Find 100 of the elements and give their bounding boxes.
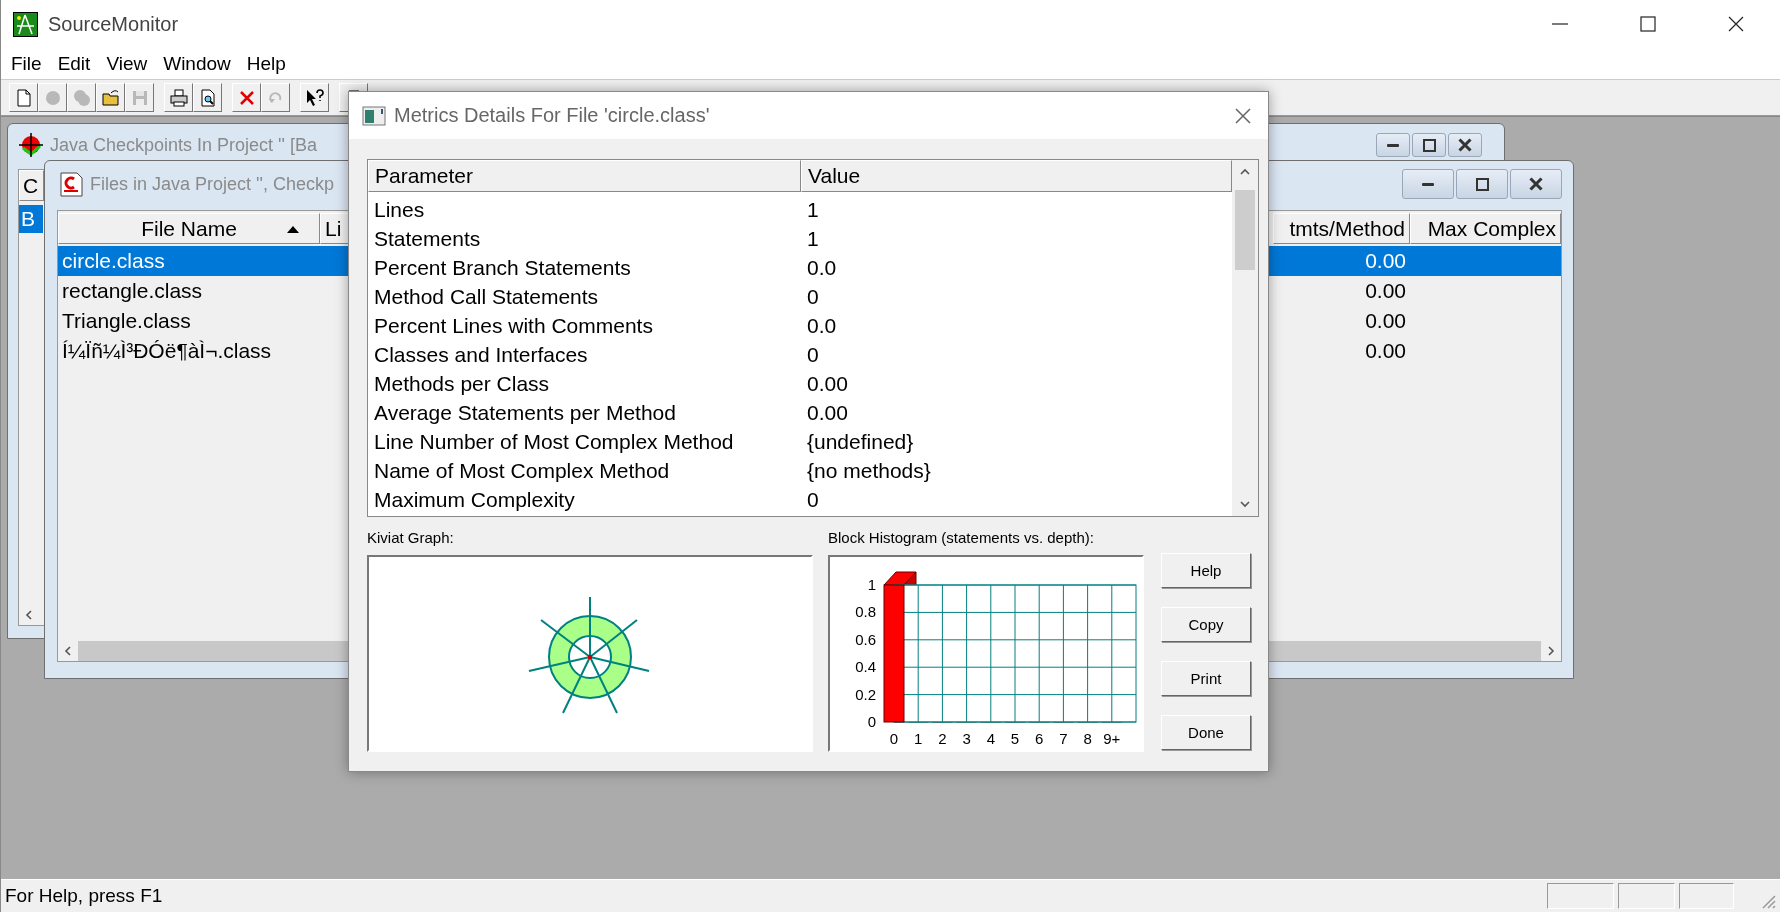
column-header[interactable]: Max Complex (1410, 213, 1561, 244)
minimize-icon (1422, 182, 1434, 186)
minimize-icon (1552, 23, 1568, 25)
parameter-cell-text: Lines (373, 196, 426, 223)
parameter-cell-text: Average Statements per Method (373, 399, 677, 426)
folder-icon (100, 87, 121, 108)
toolbar-button[interactable] (164, 83, 193, 112)
dialog-button[interactable]: Copy (1161, 607, 1251, 642)
value-cell-text: 0.0 (806, 254, 838, 281)
value-cell-text: 0 (806, 341, 820, 368)
dialog-button[interactable]: Done (1161, 715, 1251, 750)
value-cell-text: {undefined} (806, 428, 915, 455)
scroll-down-icon[interactable] (1240, 500, 1250, 508)
column-header[interactable]: tmts/Method (1273, 213, 1410, 244)
close-icon (1529, 177, 1543, 191)
scroll-up-icon[interactable] (1240, 168, 1250, 176)
dialog-button[interactable]: Print (1161, 661, 1251, 696)
maximize-icon (1422, 138, 1436, 152)
column-header[interactable]: Parameter (368, 160, 801, 192)
parameter-cell-text: Percent Lines with Comments (373, 312, 654, 339)
axis-label: 8 (1083, 730, 1092, 747)
parameter-cell-text: Method Call Statements (373, 283, 600, 310)
close-icon (1728, 16, 1744, 32)
value-cell-text: {no methods} (806, 457, 932, 484)
parameter-cell-text: Name of Most Complex Method (373, 457, 671, 484)
value-cell-text: 0.0 (806, 312, 838, 339)
axis-label: 0.6 (855, 630, 876, 648)
circles-icon (71, 87, 92, 108)
axis-label: 1 (867, 576, 876, 593)
menu-item[interactable]: Window (155, 50, 239, 77)
menu-item[interactable]: Edit (49, 50, 99, 77)
app-icon (13, 11, 38, 37)
toolbar-button[interactable] (96, 83, 125, 112)
minimize-button[interactable] (1376, 133, 1410, 157)
column-header[interactable]: File Name (58, 213, 320, 244)
axis-label: 9+ (1103, 730, 1121, 747)
window-title: Java Checkpoints In Project '' [Ba (50, 134, 317, 156)
parameter-cell-text: Percent Branch Statements (373, 254, 632, 281)
axis-label: 1 (914, 730, 923, 747)
scroll-right-icon[interactable] (1547, 646, 1555, 656)
value-cell-text: 0.00 (806, 370, 849, 397)
maximize-button[interactable] (1456, 169, 1508, 199)
axis-label: 6 (1035, 730, 1044, 747)
close-icon (1458, 138, 1472, 152)
toolbar-button[interactable] (193, 83, 222, 112)
axis-label: 7 (1059, 730, 1068, 747)
close-button[interactable] (1448, 133, 1482, 157)
status-panel (1679, 883, 1734, 909)
list-row[interactable]: B (19, 205, 43, 233)
value-cell-text: 1 (806, 225, 820, 252)
axis-label: 0 (867, 713, 876, 730)
maximize-button[interactable] (1412, 133, 1446, 157)
column-header[interactable]: C (19, 170, 44, 201)
maximize-icon (1640, 16, 1656, 32)
value-cell-text: 1 (806, 196, 820, 223)
axis-label: 2 (938, 730, 947, 747)
scroll-thumb[interactable] (1235, 190, 1255, 270)
parameter-cell-text: Classes and Interfaces (373, 341, 589, 368)
window-title: SourceMonitor (48, 12, 180, 36)
printer-icon (168, 87, 189, 108)
close-icon (1234, 106, 1252, 125)
target-icon (18, 132, 44, 158)
axis-label: 0 (889, 730, 899, 747)
axis-label: 0.4 (855, 658, 876, 676)
axis-label: 0.8 (855, 603, 876, 621)
parameter-cell-text: Statements (373, 225, 482, 252)
menu-item[interactable]: File (3, 50, 50, 77)
maximize-icon (1475, 177, 1489, 191)
value-cell-text: 0 (806, 486, 820, 513)
histogram-label: Block Histogram (statements vs. depth): (828, 529, 1094, 546)
status-text: For Help, press F1 (4, 885, 164, 907)
value-cell-text: 0 (806, 283, 820, 310)
status-panel (1547, 883, 1614, 909)
status-panel (1618, 883, 1675, 909)
parameter-cell-text: Line Number of Most Complex Method (373, 428, 735, 455)
scroll-left-icon[interactable] (64, 646, 72, 656)
graph-label: Kiviat Graph: (367, 529, 454, 546)
dialog-title: Metrics Details For File 'circle.class' (394, 104, 711, 127)
document-icon (58, 171, 84, 197)
window-title: Files in Java Project '', Checkp (90, 173, 334, 195)
minimize-button[interactable] (1402, 169, 1454, 199)
axis-label: 0.2 (855, 685, 876, 703)
scroll-left-icon[interactable] (25, 610, 33, 620)
toolbar-button[interactable] (300, 83, 329, 112)
menu-item[interactable]: Help (238, 50, 294, 77)
column-header[interactable]: Value (801, 160, 1232, 192)
close-button[interactable] (1510, 169, 1562, 199)
value-cell-text: 0.00 (806, 399, 849, 426)
axis-label: 5 (1010, 730, 1020, 747)
table-cell-text: 0.00 (1364, 248, 1407, 274)
axis-label: 4 (986, 730, 995, 747)
parameter-cell-text: Methods per Class (373, 370, 551, 397)
table-cell-text: circle.class (61, 248, 166, 274)
axis-label: 3 (962, 730, 971, 747)
help-pointer-icon (304, 87, 325, 108)
dialog-button[interactable]: Help (1161, 553, 1251, 588)
minimize-icon (1387, 143, 1399, 147)
menu-item[interactable]: View (98, 50, 156, 77)
parameter-cell-text: Maximum Complexity (373, 486, 576, 513)
window-icon (362, 105, 386, 126)
